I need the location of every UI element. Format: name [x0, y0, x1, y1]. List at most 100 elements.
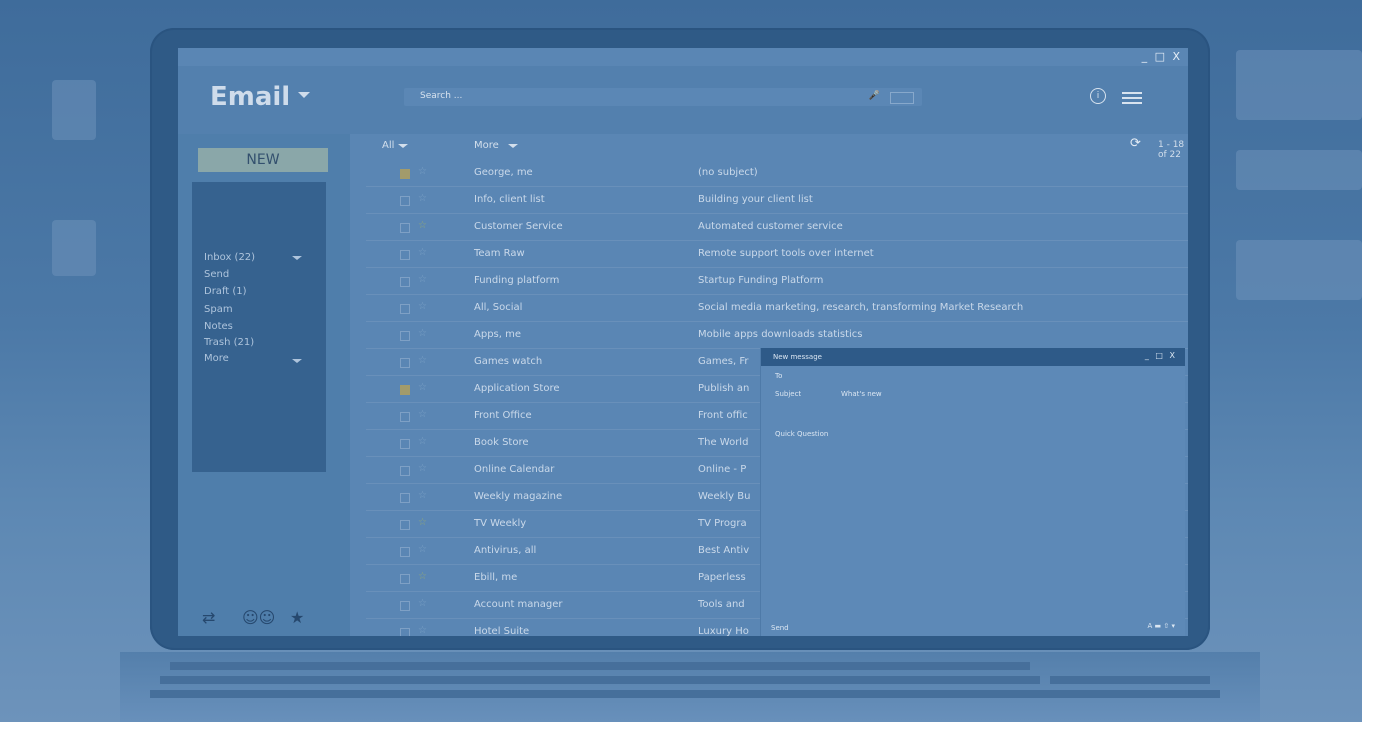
email-subject[interactable]: Automated customer service: [698, 221, 1178, 232]
row-checkbox[interactable]: [400, 520, 410, 530]
star-icon[interactable]: ☆: [418, 247, 427, 258]
row-checkbox[interactable]: [400, 466, 410, 476]
email-sender[interactable]: Funding platform: [474, 275, 559, 286]
row-checkbox[interactable]: [400, 169, 410, 179]
select-all-dropdown[interactable]: All: [382, 140, 394, 151]
email-sender[interactable]: Info, client list: [474, 194, 545, 205]
keyboard-icon[interactable]: [890, 92, 914, 104]
chevron-down-icon[interactable]: [292, 256, 302, 260]
formatting-tools[interactable]: A ▬ ⇧ ▾: [1148, 622, 1175, 630]
email-subject[interactable]: Mobile apps downloads statistics: [698, 329, 1178, 340]
email-subject[interactable]: Building your client list: [698, 194, 1178, 205]
compose-window-controls[interactable]: _ □ X: [1145, 351, 1177, 360]
email-sender[interactable]: Book Store: [474, 437, 529, 448]
star-icon[interactable]: ☆: [418, 517, 427, 528]
chevron-down-icon[interactable]: [292, 359, 302, 363]
email-row[interactable]: ☆ All, Social Social media marketing, rese…: [366, 295, 1188, 322]
email-sender[interactable]: Application Store: [474, 383, 559, 394]
star-icon[interactable]: ☆: [418, 598, 427, 609]
sidebar-item-trash[interactable]: Trash (21): [204, 337, 254, 348]
email-sender[interactable]: All, Social: [474, 302, 522, 313]
row-checkbox[interactable]: [400, 439, 410, 449]
email-row[interactable]: ☆ Customer Service Automated customer serv…: [366, 214, 1188, 241]
email-row[interactable]: ☆ Apps, me Mobile apps downloads statistic…: [366, 322, 1188, 349]
row-checkbox[interactable]: [400, 601, 410, 611]
search-input[interactable]: Search ... 🎤: [404, 88, 922, 106]
email-sender[interactable]: Team Raw: [474, 248, 525, 259]
star-icon[interactable]: ☆: [418, 274, 427, 285]
row-checkbox[interactable]: [400, 331, 410, 341]
hamburger-menu-icon[interactable]: [1122, 92, 1142, 104]
email-subject[interactable]: (no subject): [698, 167, 1178, 178]
star-icon[interactable]: ☆: [418, 166, 427, 177]
contacts-icon[interactable]: ☺☺: [242, 608, 275, 627]
chevron-down-icon[interactable]: [398, 144, 408, 148]
email-row[interactable]: ☆ Funding platform Startup Funding Platfor…: [366, 268, 1188, 295]
subject-field[interactable]: What's new: [841, 390, 882, 398]
star-icon[interactable]: ☆: [418, 220, 427, 231]
row-checkbox[interactable]: [400, 223, 410, 233]
row-checkbox[interactable]: [400, 304, 410, 314]
email-sender[interactable]: Weekly magazine: [474, 491, 562, 502]
star-icon[interactable]: ☆: [418, 328, 427, 339]
email-sender[interactable]: Account manager: [474, 599, 563, 610]
star-icon[interactable]: ☆: [418, 463, 427, 474]
send-button[interactable]: Send: [771, 624, 789, 632]
star-icon[interactable]: ☆: [418, 490, 427, 501]
email-subject[interactable]: Social media marketing, research, transf…: [698, 302, 1178, 313]
email-row[interactable]: ☆ George, me (no subject): [366, 160, 1188, 187]
row-checkbox[interactable]: [400, 574, 410, 584]
refresh-icon[interactable]: ⟳: [1130, 136, 1141, 151]
email-row[interactable]: ☆ Team Raw Remote support tools over inter…: [366, 241, 1188, 268]
email-sender[interactable]: Front Office: [474, 410, 532, 421]
microphone-icon[interactable]: 🎤: [869, 91, 880, 101]
window-controls[interactable]: _ □ X: [1142, 50, 1182, 63]
sidebar-item-notes[interactable]: Notes: [204, 321, 233, 332]
sidebar-item-spam[interactable]: Spam: [204, 304, 233, 315]
star-icon[interactable]: ★: [290, 608, 304, 627]
swap-icon[interactable]: ⇄: [202, 608, 215, 627]
star-icon[interactable]: ☆: [418, 193, 427, 204]
row-checkbox[interactable]: [400, 493, 410, 503]
email-sender[interactable]: George, me: [474, 167, 533, 178]
sidebar-item-more[interactable]: More: [204, 353, 229, 364]
star-icon[interactable]: ☆: [418, 625, 427, 636]
email-sender[interactable]: Hotel Suite: [474, 626, 529, 636]
email-sender[interactable]: Games watch: [474, 356, 542, 367]
star-icon[interactable]: ☆: [418, 571, 427, 582]
new-message-button[interactable]: NEW: [198, 148, 328, 172]
chevron-down-icon[interactable]: [508, 144, 518, 148]
star-icon[interactable]: ☆: [418, 382, 427, 393]
row-checkbox[interactable]: [400, 547, 410, 557]
star-icon[interactable]: ☆: [418, 436, 427, 447]
sidebar-item-inbox[interactable]: Inbox (22): [204, 252, 255, 263]
to-field[interactable]: To: [775, 372, 782, 380]
star-icon[interactable]: ☆: [418, 544, 427, 555]
sidebar-item-draft[interactable]: Draft (1): [204, 286, 247, 297]
row-checkbox[interactable]: [400, 628, 410, 636]
more-actions-dropdown[interactable]: More: [474, 140, 499, 151]
email-sender[interactable]: Apps, me: [474, 329, 521, 340]
star-icon[interactable]: ☆: [418, 301, 427, 312]
email-sender[interactable]: Customer Service: [474, 221, 563, 232]
row-checkbox[interactable]: [400, 250, 410, 260]
email-subject[interactable]: Remote support tools over internet: [698, 248, 1178, 259]
row-checkbox[interactable]: [400, 196, 410, 206]
message-body[interactable]: Quick Question: [775, 430, 828, 438]
sidebar-item-send[interactable]: Send: [204, 269, 229, 280]
star-icon[interactable]: ☆: [418, 355, 427, 366]
email-sender[interactable]: TV Weekly: [474, 518, 526, 529]
app-title[interactable]: Email: [210, 82, 290, 112]
email-sender[interactable]: Online Calendar: [474, 464, 554, 475]
chevron-down-icon[interactable]: [298, 92, 310, 98]
email-subject[interactable]: Startup Funding Platform: [698, 275, 1178, 286]
email-row[interactable]: ☆ Info, client list Building your client l…: [366, 187, 1188, 214]
email-sender[interactable]: Ebill, me: [474, 572, 517, 583]
row-checkbox[interactable]: [400, 412, 410, 422]
row-checkbox[interactable]: [400, 385, 410, 395]
star-icon[interactable]: ☆: [418, 409, 427, 420]
email-sender[interactable]: Antivirus, all: [474, 545, 536, 556]
row-checkbox[interactable]: [400, 277, 410, 287]
info-icon[interactable]: i: [1090, 88, 1106, 104]
row-checkbox[interactable]: [400, 358, 410, 368]
